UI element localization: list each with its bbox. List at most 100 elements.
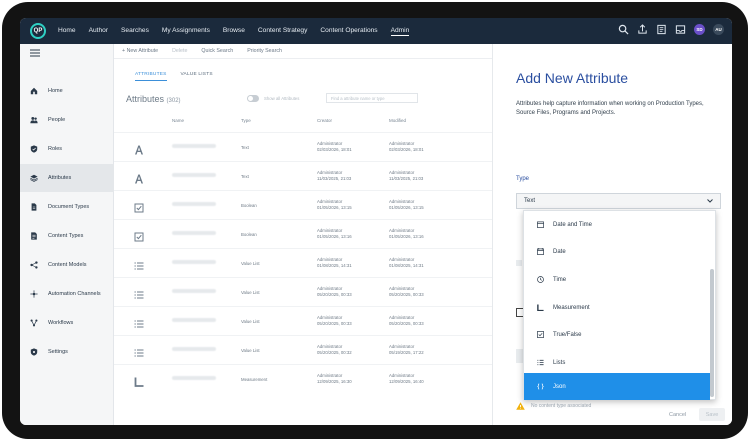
delete-button[interactable]: Delete [172, 48, 187, 54]
creator-cell: Administrator 05/20/2025, 00:33 [317, 315, 352, 327]
nav-searches[interactable]: Searches [121, 27, 149, 35]
sidebar-item-automation-channels[interactable]: Automation Channels [20, 280, 114, 308]
admin-avatar[interactable]: AU [713, 24, 724, 35]
inbox-icon[interactable] [675, 24, 686, 35]
modified-cell: Administrator 05/20/2025, 00:33 [389, 286, 424, 298]
modified-date: 12/09/2025, 16:40 [389, 379, 424, 384]
checkbox-icon [134, 200, 144, 213]
nav-content-operations[interactable]: Content Operations [320, 27, 377, 35]
attribute-type: Measurement [241, 377, 268, 382]
sidebar-item-workflows[interactable]: Workflows [20, 309, 114, 337]
sidebar-item-settings[interactable]: Settings [20, 338, 114, 366]
option-true-false[interactable]: True/False [524, 321, 710, 348]
option-measurement[interactable]: Measurement [524, 294, 710, 321]
column-creator[interactable]: Creator [317, 118, 332, 123]
option-lists[interactable]: Lists [524, 349, 710, 376]
hidden-field-edge [516, 260, 522, 266]
add-attribute-panel: Add New Attribute Attributes help captur… [492, 44, 732, 425]
table-row[interactable]: Text Administrator 11/03/2025, 21:03 Admini… [114, 161, 492, 189]
table-row[interactable]: Value List Administrator 05/20/2025, 00:33… [114, 277, 492, 305]
table-row[interactable]: Boolean Administrator 01/05/2026, 13:15 Adm… [114, 190, 492, 218]
text-icon [134, 171, 144, 184]
save-button[interactable]: Save [699, 408, 725, 421]
sidebar-item-label: Content Types [48, 233, 84, 239]
sidebar-item-content-types[interactable]: Content Types [20, 222, 114, 250]
attribute-type: Boolean [241, 232, 257, 237]
sidebar-item-document-types[interactable]: Document Types [20, 193, 114, 221]
attribute-name-blurred [172, 347, 216, 351]
search-icon[interactable] [618, 24, 629, 35]
attribute-name-blurred [172, 318, 216, 322]
attribute-count: (302) [166, 98, 181, 104]
option-json[interactable]: Json [524, 373, 710, 400]
option-time[interactable]: Time [524, 266, 710, 293]
clock-icon [537, 276, 544, 283]
table-row[interactable]: Value List Administrator 05/20/2025, 00:33… [114, 306, 492, 334]
creator-cell: Administrator 05/20/2025, 00:33 [317, 286, 352, 298]
table-row[interactable]: Value List Administrator 05/20/2025, 00:32… [114, 335, 492, 363]
shield-icon [30, 145, 38, 153]
priority-search-button[interactable]: Priority Search [247, 48, 282, 54]
list-icon [134, 316, 144, 328]
table-row[interactable]: Boolean Administrator 01/05/2026, 13:16 Adm… [114, 219, 492, 247]
nav-author[interactable]: Author [89, 27, 108, 35]
column-name[interactable]: Name [172, 118, 184, 123]
json-icon [537, 383, 544, 390]
sidebar-item-roles[interactable]: Roles [20, 135, 114, 163]
created-date: 05/20/2025, 00:33 [317, 321, 352, 326]
toolbar: + New Attribute Delete Quick Search Prio… [114, 44, 492, 59]
option-date[interactable]: Date [524, 238, 710, 265]
option-label: Date [553, 248, 566, 255]
sidebar-item-home[interactable]: Home [20, 77, 114, 105]
option-date-and-time[interactable]: Date and Time [524, 211, 710, 238]
column-type[interactable]: Type [241, 118, 251, 123]
panel-title: Add New Attribute [516, 70, 629, 86]
app-logo[interactable]: QP [30, 23, 46, 39]
modified-date: 11/03/2025, 21:03 [389, 176, 424, 181]
created-date: 01/05/2026, 13:15 [317, 205, 352, 210]
quick-search-button[interactable]: Quick Search [201, 48, 233, 54]
page-title-text: Attributes [126, 94, 165, 104]
tasks-icon[interactable] [656, 24, 667, 35]
tab-value-lists[interactable]: VALUE LISTS [181, 72, 213, 81]
attribute-name-blurred [172, 376, 216, 380]
tab-attributes[interactable]: ATTRIBUTES [135, 72, 167, 81]
filter-input[interactable]: Find a attribute name or type [326, 93, 418, 103]
checkbox-icon [537, 331, 544, 338]
created-date: 02/03/2026, 18:01 [317, 147, 352, 152]
option-label: Time [553, 276, 567, 283]
text-icon [134, 142, 144, 155]
panel-description-line: Attributes help capture information when… [516, 101, 704, 107]
sidebar-item-content-models[interactable]: Content Models [20, 251, 114, 279]
nav-admin[interactable]: Admin [390, 27, 410, 36]
menu-toggle-icon[interactable] [30, 49, 40, 57]
table-header: Name Type Creator Modified [114, 118, 492, 126]
table-row[interactable]: Text Administrator 02/03/2026, 18:01 Admini… [114, 132, 492, 160]
attribute-type: Value List [241, 290, 260, 295]
nav-home[interactable]: Home [58, 27, 76, 35]
cancel-button[interactable]: Cancel [669, 412, 686, 418]
show-all-label: Show all Attributes [264, 96, 300, 101]
table-row[interactable]: Measurement Administrator 12/09/2025, 16:3… [114, 364, 492, 392]
sidebar-item-attributes[interactable]: Attributes [20, 164, 114, 192]
new-attribute-button[interactable]: + New Attribute [122, 48, 158, 54]
column-modified[interactable]: Modified [389, 118, 406, 123]
dropdown-scrollbar[interactable] [710, 269, 714, 397]
sidebar-item-people[interactable]: People [20, 106, 114, 134]
attribute-type: Boolean [241, 203, 257, 208]
user-avatar[interactable]: SD [694, 24, 705, 35]
settings-icon [30, 348, 38, 356]
nav-my-assignments[interactable]: My Assignments [162, 27, 210, 35]
type-select[interactable]: Text [516, 193, 721, 209]
sidebar-item-label: Automation Channels [48, 291, 101, 297]
upload-icon[interactable] [637, 24, 648, 35]
table-row[interactable]: Value List Administrator 01/08/2025, 14:31… [114, 248, 492, 276]
page-title: Attributes (302) [126, 94, 181, 104]
sidebar-item-label: Settings [48, 349, 68, 355]
nav-tools: SD AU [618, 24, 724, 35]
nav-content-strategy[interactable]: Content Strategy [258, 27, 307, 35]
creator-cell: Administrator 02/03/2026, 18:01 [317, 141, 352, 153]
show-all-toggle[interactable] [247, 95, 259, 102]
modified-cell: Administrator 05/19/2025, 17:22 [389, 344, 424, 356]
nav-browse[interactable]: Browse [223, 27, 245, 35]
